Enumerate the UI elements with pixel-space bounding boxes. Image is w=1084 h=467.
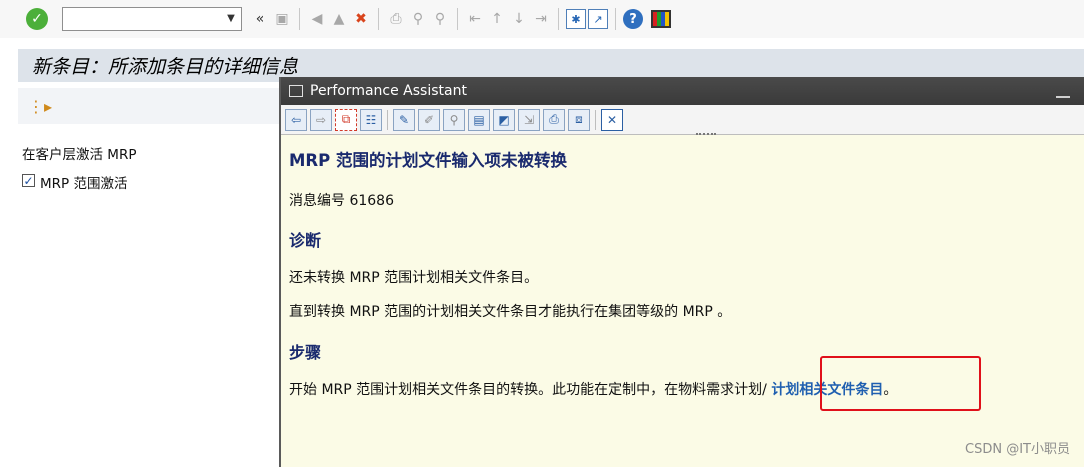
save-icon[interactable]: ▣ <box>272 9 292 29</box>
window-icon <box>289 85 303 97</box>
print-icon[interactable]: ⎙ <box>386 9 406 29</box>
next-page-icon[interactable]: ↓ <box>509 9 529 29</box>
toolbar-divider <box>558 8 559 30</box>
message-number: 消息编号 61686 <box>289 193 394 209</box>
pa-title-bar[interactable]: Performance Assistant <box>281 77 1084 105</box>
back-icon[interactable]: ◀ <box>307 9 327 29</box>
toolbar-divider <box>387 109 388 130</box>
minimize-icon[interactable] <box>1056 86 1070 98</box>
technical-info-icon[interactable]: ⧉ <box>335 108 357 131</box>
toolbar-divider <box>299 8 300 30</box>
annotation-highlight-box <box>820 356 981 411</box>
find-next-icon[interactable]: ⚲ <box>430 9 450 29</box>
hierarchy-icon[interactable]: ⋮▸ <box>28 97 52 116</box>
enter-check-icon[interactable]: ✓ <box>26 8 48 30</box>
first-page-icon[interactable]: ⇤ <box>465 9 485 29</box>
window-split-icon[interactable]: ◩ <box>493 108 515 131</box>
settings-icon[interactable]: ⧈ <box>568 108 590 131</box>
application-area: ⋮▸ 在客户层激活 MRP ✓ MRP 范围激活 <box>0 88 280 467</box>
diagnosis-heading: 诊断 <box>289 231 322 250</box>
close-icon[interactable]: ✕ <box>601 108 623 131</box>
message-heading: MRP 范围的计划文件输入项未被转换 <box>289 151 567 170</box>
toolbar-divider <box>595 109 596 130</box>
edit-icon[interactable]: ✎ <box>393 108 415 131</box>
double-chevron-left-icon[interactable]: « <box>250 9 270 29</box>
application-toolbar: ⋮▸ <box>18 88 280 124</box>
cancel-icon[interactable]: ✖ <box>351 9 371 29</box>
system-toolbar: ✓ ▼ « ▣ ◀ ▲ ✖ ⎙ ⚲ ⚲ ⇤ ↑ ↓ ⇥ ✱ ↗ ? <box>0 0 1084 38</box>
find-icon[interactable]: ⚲ <box>408 9 428 29</box>
steps-paragraph: 开始 MRP 范围计划相关文件条目的转换。此功能在定制中，在物料需求计划/ 计划… <box>289 379 897 399</box>
print-icon[interactable]: ⎙ <box>543 108 565 131</box>
previous-page-icon[interactable]: ↑ <box>487 9 507 29</box>
pen-icon[interactable]: ✐ <box>418 108 440 131</box>
steps-text: 开始 MRP 范围计划相关文件条目的转换。此功能在定制中，在物料需求计划/ <box>289 382 772 398</box>
toolbar-divider <box>378 8 379 30</box>
chevron-down-icon[interactable]: ▼ <box>224 12 238 26</box>
diagnosis-line-1: 还未转换 MRP 范围计划相关文件条目。 <box>289 270 539 286</box>
shortcut-icon[interactable]: ↗ <box>588 9 608 29</box>
book-icon[interactable]: ▤ <box>468 108 490 131</box>
mrp-scope-checkbox[interactable]: ✓ <box>22 174 35 188</box>
checkbox-label: MRP 范围激活 <box>40 176 128 192</box>
watermark: CSDN @IT小职员 <box>965 442 1070 457</box>
steps-heading: 步骤 <box>289 343 322 362</box>
diagnosis-line-2: 直到转换 MRP 范围的计划相关文件条目才能执行在集团等级的 MRP 。 <box>289 304 732 320</box>
help-icon[interactable]: ? <box>623 9 643 29</box>
page-title: 新条目：所添加条目的详细信息 <box>32 56 299 78</box>
new-session-icon[interactable]: ✱ <box>566 9 586 29</box>
command-field[interactable]: ▼ <box>62 7 242 31</box>
export-icon[interactable]: ⇲ <box>518 108 540 131</box>
toolbar-divider <box>615 8 616 30</box>
pa-window-title: Performance Assistant <box>310 83 467 99</box>
hierarchy-icon[interactable]: ☷ <box>360 108 382 131</box>
back-arrow-icon[interactable]: ⇦ <box>285 108 307 131</box>
exit-icon[interactable]: ▲ <box>329 9 349 29</box>
toolbar-divider <box>457 8 458 30</box>
last-page-icon[interactable]: ⇥ <box>531 9 551 29</box>
section-label: 在客户层激活 MRP <box>22 147 137 163</box>
layout-menu-icon[interactable] <box>651 10 671 28</box>
forward-arrow-icon[interactable]: ⇨ <box>310 108 332 131</box>
search-icon[interactable]: ⚲ <box>443 108 465 131</box>
resize-grip[interactable] <box>696 133 716 137</box>
pa-toolbar: ⇦ ⇨ ⧉ ☷ ✎ ✐ ⚲ ▤ ◩ ⇲ ⎙ ⧈ ✕ <box>281 105 1084 135</box>
